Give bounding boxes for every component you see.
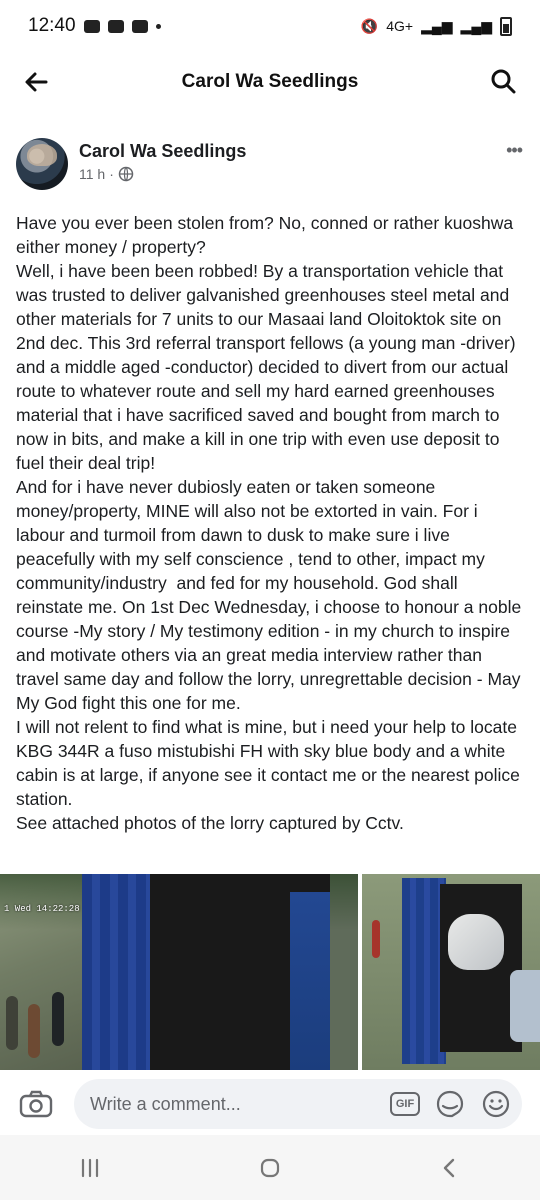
youtube-icon-2 [131, 19, 148, 33]
recent-apps-button[interactable] [70, 1148, 110, 1188]
post-photos: 1 Wed 14:22:28 [0, 874, 540, 1070]
cctv-photo-1[interactable]: 1 Wed 14:22:28 [0, 874, 358, 1070]
mute-icon: 🔇 [360, 17, 379, 34]
network-label: 4G+ [386, 18, 414, 34]
more-options-button[interactable]: ••• [506, 140, 523, 161]
globe-icon [118, 166, 134, 182]
gallery-icon [83, 19, 100, 33]
page-title: Carol Wa Seedlings [181, 71, 359, 92]
cctv-timestamp: 1 Wed 14:22:28 [4, 904, 80, 914]
home-button[interactable] [250, 1148, 290, 1188]
truck-door [290, 892, 330, 1070]
post-meta: 11 h · [79, 166, 134, 182]
person-figure [372, 920, 380, 958]
comment-input[interactable]: Write a comment... GIF [74, 1079, 522, 1129]
meta-separator: · [109, 166, 114, 182]
back-arrow-icon [25, 72, 48, 92]
emoji-button[interactable] [480, 1088, 512, 1120]
post-author[interactable]: Carol Wa Seedlings [79, 141, 246, 162]
comment-actions: GIF [390, 1088, 512, 1120]
comment-placeholder: Write a comment... [90, 1093, 241, 1114]
back-button[interactable] [18, 64, 54, 100]
person-figure [28, 1004, 40, 1058]
sticker-icon [436, 1090, 464, 1118]
sticker-button[interactable] [434, 1088, 466, 1120]
search-icon [491, 69, 516, 94]
youtube-icon [107, 19, 124, 33]
post-time[interactable]: 11 h [79, 166, 105, 182]
recent-apps-icon [81, 1158, 99, 1177]
gif-button[interactable]: GIF [390, 1092, 420, 1116]
person-figure [6, 996, 18, 1050]
search-button[interactable] [486, 64, 522, 100]
comment-bar: Write a comment... GIF [0, 1073, 540, 1135]
white-bag [448, 914, 504, 970]
post-text: Have you ever been stolen from? No, conn… [16, 213, 522, 833]
back-system-button[interactable] [430, 1148, 470, 1188]
camera-icon [19, 1090, 53, 1118]
home-icon [260, 1158, 280, 1177]
post-header: Carol Wa Seedlings 11 h · ••• [16, 138, 524, 196]
camera-button[interactable] [14, 1082, 58, 1126]
emoji-icon [482, 1090, 510, 1118]
top-app-bar: Carol Wa Seedlings [0, 52, 540, 112]
signal-icon-2: ▂▄▆ [460, 17, 492, 34]
notification-dot-icon [155, 23, 161, 29]
status-time: 12:40 [28, 15, 76, 36]
battery-icon [500, 16, 512, 36]
signal-icon: ▂▄▆ [421, 17, 453, 34]
status-bar: 12:40 🔇 4G+ ▂▄▆ ▂▄▆ [0, 0, 540, 52]
avatar[interactable] [16, 138, 68, 190]
chevron-left-icon [443, 1158, 455, 1177]
system-navigation-bar [0, 1135, 540, 1200]
person-figure [52, 992, 64, 1046]
parked-car [510, 970, 540, 1042]
cctv-photo-2[interactable] [362, 874, 540, 1070]
